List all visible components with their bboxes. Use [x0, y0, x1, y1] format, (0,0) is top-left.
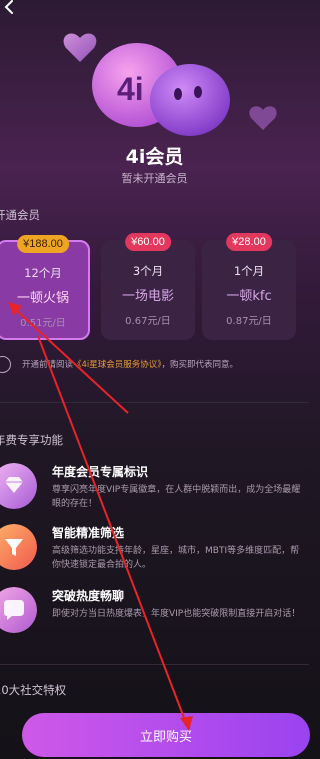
agreement-checkbox[interactable]	[0, 356, 11, 373]
feature-item: 突破热度畅聊 即使对方当日热度爆表，年度VIP也能突破限制直接开启对话！	[0, 587, 309, 647]
filter-icon	[0, 524, 37, 570]
buy-now-button[interactable]: 立即购买	[22, 713, 310, 757]
price-badge: ¥28.00	[226, 233, 272, 251]
feature-title: 智能精准筛选	[52, 526, 125, 540]
plan-card-1-month[interactable]: ¥28.00 1个月 一顿kfc 0.87元/日	[202, 233, 296, 340]
agreement-suffix: ，购买即代表同意。	[161, 360, 239, 370]
price-badge: ¥60.00	[125, 233, 171, 251]
chevron-left-icon[interactable]	[2, 0, 20, 14]
plan-duration: 1个月	[233, 264, 265, 278]
feature-title: 突破热度畅聊	[52, 589, 125, 603]
feature-description: 尊享闪亮年度VIP专属徽章，在人群中脱颖而出，成为全场最耀眼的存在！	[52, 485, 301, 509]
plan-equivalent: 一场电影	[121, 289, 174, 304]
plan-duration: 12个月	[24, 266, 62, 280]
agreement-text: 开通前请阅读《4i星球会员服务协议》，购买即代表同意。	[22, 358, 238, 370]
membership-status: 暂未开通会员	[121, 172, 188, 185]
plan-daily-price: 0.87元/日	[226, 316, 272, 327]
plan-daily-price: 0.67元/日	[125, 316, 171, 327]
service-agreement-link[interactable]: 《4i星球会员服务协议》	[73, 360, 162, 370]
feature-description: 高级筛选功能支持年龄，星座，城市，MBTI等多维度匹配，帮你快速锁定最合拍的人。	[52, 546, 300, 570]
social-privileges-heading: 10大社交特权	[0, 683, 67, 697]
diamond-icon	[0, 463, 37, 509]
agreement-prefix: 开通前请阅读	[22, 360, 74, 370]
price-badge: ¥188.00	[17, 235, 69, 253]
page-title: 4i会员	[125, 146, 184, 168]
feature-title: 年度会员专属标识	[52, 465, 149, 479]
plan-duration: 3个月	[132, 264, 164, 278]
feature-description: 即使对方当日热度爆表，年度VIP也能突破限制直接开启对话！	[52, 609, 301, 619]
open-membership-heading: 开通会员	[0, 208, 40, 222]
vip-mascot-illustration: 4i	[63, 33, 277, 136]
plan-equivalent: 一顿kfc	[226, 289, 272, 304]
plan-card-12-months[interactable]: ¥188.00 12个月 一顿火锅 0.51元/日	[0, 235, 90, 340]
plan-equivalent: 一顿火锅	[16, 291, 69, 306]
divider	[0, 402, 309, 403]
annual-features-heading: 年费专享功能	[0, 433, 63, 447]
plan-list: ¥188.00 12个月 一顿火锅 0.51元/日 ¥60.00 3个月 一场电…	[0, 233, 320, 340]
agreement-row: 开通前请阅读《4i星球会员服务协议》，购买即代表同意。	[0, 356, 309, 374]
mascot-letters: 4i	[117, 71, 144, 107]
divider	[0, 664, 309, 665]
feature-item: 年度会员专属标识 尊享闪亮年度VIP专属徽章，在人群中脱颖而出，成为全场最耀眼的…	[0, 463, 309, 523]
plan-daily-price: 0.51元/日	[20, 318, 66, 329]
chat-bubble-icon	[0, 587, 37, 633]
plan-card-3-months[interactable]: ¥60.00 3个月 一场电影 0.67元/日	[101, 233, 195, 340]
feature-item: 智能精准筛选 高级筛选功能支持年龄，星座，城市，MBTI等多维度匹配，帮你快速锁…	[0, 524, 309, 584]
